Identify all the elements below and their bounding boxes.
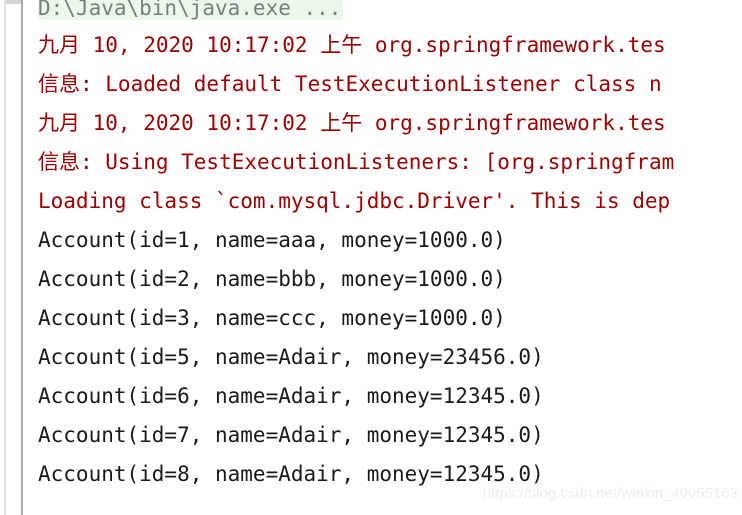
console-stdout-line: Account(id=6, name=Adair, money=12345.0) — [38, 384, 544, 408]
console-log-line: 九月 10, 2020 10:17:02 上午 org.springframew… — [38, 33, 666, 57]
console-log-line: Loading class `com.mysql.jdbc.Driver'. T… — [38, 189, 671, 213]
console-command-line: D:\Java\bin\java.exe ... — [38, 0, 344, 20]
gutter-top-nub — [6, 0, 21, 4]
console-log-line: 九月 10, 2020 10:17:02 上午 org.springframew… — [38, 111, 666, 135]
console-log-line: 信息: Using TestExecutionListeners: [org.s… — [38, 150, 675, 174]
gutter-inner-rule — [21, 0, 23, 515]
console-gutter — [0, 0, 38, 515]
console-log-line: 信息: Loaded default TestExecutionListener… — [38, 72, 662, 96]
console-output-text[interactable]: D:\Java\bin\java.exe ... 九月 10, 2020 10:1… — [38, 0, 742, 515]
console-stdout-line: Account(id=7, name=Adair, money=12345.0) — [38, 423, 544, 447]
console-stdout-line: Account(id=2, name=bbb, money=1000.0) — [38, 267, 506, 291]
gutter-outer-rule — [4, 0, 6, 515]
console-stdout-line: Account(id=3, name=ccc, money=1000.0) — [38, 306, 506, 330]
console-stdout-line: Account(id=5, name=Adair, money=23456.0) — [38, 345, 544, 369]
console-stdout-line: Account(id=8, name=Adair, money=12345.0) — [38, 462, 544, 486]
run-console-panel: D:\Java\bin\java.exe ... 九月 10, 2020 10:1… — [0, 0, 742, 515]
console-stdout-line: Account(id=1, name=aaa, money=1000.0) — [38, 228, 506, 252]
csdn-watermark: https://blog.csdn.net/weixin_40055163 — [482, 485, 738, 502]
